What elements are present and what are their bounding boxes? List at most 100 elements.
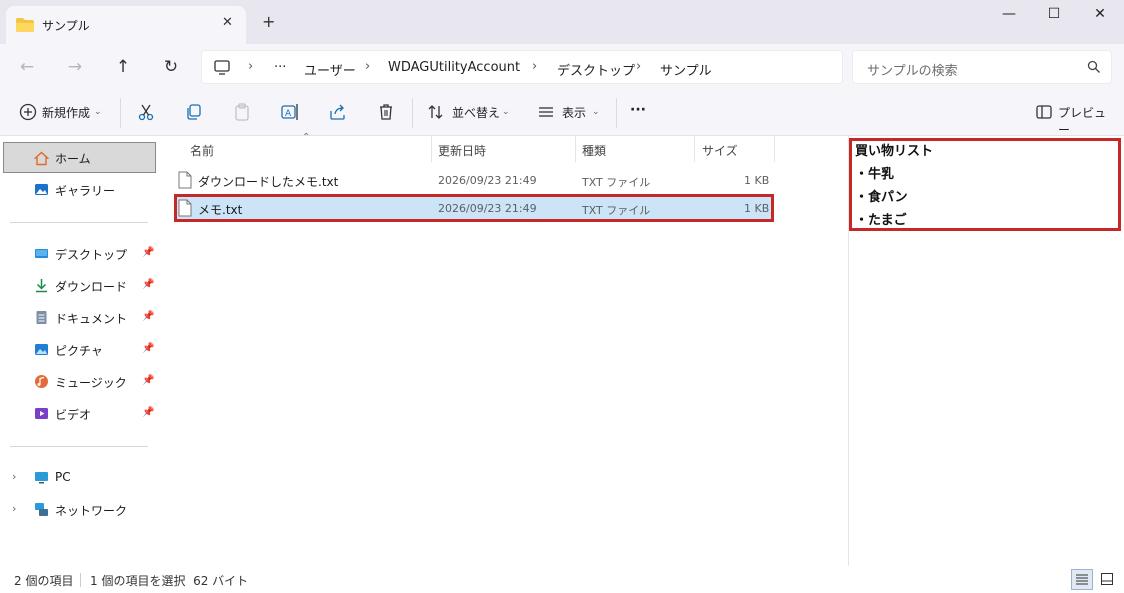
- preview-text-line: 買い物リスト: [855, 144, 934, 159]
- file-modified: 2026/09/23 21:49: [438, 174, 537, 187]
- details-view-button[interactable]: [1071, 569, 1093, 590]
- sidebar-item-label: ギャラリー: [55, 184, 116, 198]
- toolbar-divider: [120, 98, 121, 128]
- column-header-name[interactable]: 名前: [190, 142, 214, 159]
- forward-button[interactable]: →: [61, 53, 89, 81]
- column-header-modified[interactable]: 更新日時: [438, 142, 486, 159]
- tiles-view-icon[interactable]: [1101, 573, 1113, 585]
- breadcrumb-desktop[interactable]: デスクトップ: [557, 60, 635, 79]
- chevron-down-icon: ⌄: [592, 107, 600, 117]
- paste-icon[interactable]: [232, 102, 252, 122]
- view-button[interactable]: 表示 ⌄: [534, 90, 606, 136]
- pin-icon[interactable]: 📌: [142, 375, 154, 386]
- home-icon: [34, 151, 49, 166]
- column-divider[interactable]: [774, 136, 775, 162]
- details-view-icon: [1076, 574, 1088, 585]
- sort-button[interactable]: 並べ替え ⌄: [424, 90, 516, 136]
- breadcrumb-account[interactable]: WDAGUtilityAccount: [388, 60, 520, 75]
- sidebar-item-videos[interactable]: ビデオ 📌: [0, 398, 158, 428]
- more-options-button[interactable]: ···: [630, 102, 646, 118]
- item-count: 2 個の項目: [14, 574, 74, 588]
- sidebar-item-label: デスクトップ: [55, 248, 128, 262]
- sidebar-item-label: ホーム: [55, 152, 91, 166]
- download-icon: [36, 279, 47, 293]
- status-bar: 2 個の項目 1 個の項目を選択 62 バイト: [0, 566, 1124, 593]
- pin-icon[interactable]: 📌: [142, 279, 154, 290]
- sidebar-item-music[interactable]: ミュージック 📌: [0, 366, 158, 396]
- column-divider[interactable]: [694, 136, 695, 162]
- close-window-button[interactable]: ✕: [1077, 6, 1123, 22]
- pin-icon[interactable]: 📌: [142, 343, 154, 354]
- tab-sample[interactable]: サンプル ✕: [6, 6, 246, 44]
- sidebar-item-gallery[interactable]: ギャラリー: [0, 174, 158, 204]
- rename-icon[interactable]: A: [280, 102, 300, 122]
- breadcrumb-users[interactable]: ユーザー: [304, 60, 356, 79]
- title-bar: サンプル ✕ + — ☐ ✕: [0, 0, 1124, 44]
- sidebar-item-label: ビデオ: [55, 408, 92, 422]
- breadcrumb-ellipsis[interactable]: ···: [274, 60, 286, 75]
- sidebar-item-documents[interactable]: ドキュメント 📌: [0, 302, 158, 332]
- sidebar-item-label: ミュージック: [55, 376, 127, 390]
- share-icon[interactable]: [328, 102, 348, 122]
- command-bar: 新規作成 ⌄ A 並べ替え ⌄ 表示 ⌄ ··· プレビュー: [0, 90, 1124, 137]
- minimize-button[interactable]: —: [986, 6, 1032, 22]
- column-divider[interactable]: [431, 136, 432, 162]
- file-size: 1 KB: [744, 174, 770, 187]
- sidebar-item-network[interactable]: › ネットワーク: [0, 494, 158, 524]
- sidebar-item-label: ネットワーク: [55, 504, 128, 518]
- preview-text-line: ・牛乳: [855, 167, 895, 182]
- pc-icon: [35, 472, 48, 484]
- pin-icon[interactable]: 📌: [142, 311, 154, 322]
- sidebar-item-desktop[interactable]: デスクトップ 📌: [0, 238, 158, 268]
- search-input[interactable]: サンプルの検索: [852, 50, 1112, 84]
- view-list-icon: [539, 107, 553, 117]
- chevron-right-icon[interactable]: ›: [12, 470, 16, 483]
- new-button[interactable]: 新規作成 ⌄: [14, 90, 110, 136]
- new-tab-button[interactable]: +: [262, 12, 275, 31]
- column-header-size[interactable]: サイズ: [702, 142, 738, 159]
- pin-icon[interactable]: 📌: [142, 247, 154, 258]
- chevron-right-icon: ›: [365, 59, 371, 74]
- sort-label: 並べ替え: [452, 106, 501, 120]
- tab-close-icon[interactable]: ✕: [222, 15, 233, 30]
- address-row: ← → ↑ ↻ › ··· ユーザー › WDAGUtilityAccount …: [0, 44, 1124, 90]
- chevron-right-icon[interactable]: ›: [12, 502, 16, 515]
- maximize-button[interactable]: ☐: [1031, 6, 1077, 22]
- preview-text-line: ・食パン: [855, 190, 908, 205]
- sidebar-item-label: PC: [55, 470, 71, 484]
- new-button-label: 新規作成: [42, 106, 91, 120]
- column-divider[interactable]: [575, 136, 576, 162]
- search-icon: [1087, 60, 1100, 73]
- refresh-button[interactable]: ↻: [157, 53, 185, 81]
- sidebar-item-label: ピクチャ: [55, 344, 103, 358]
- file-list: ⌃ 名前 更新日時 種類 サイズ ダウンロードしたメモ.txt 2026/09/…: [158, 132, 848, 566]
- table-row[interactable]: ダウンロードしたメモ.txt 2026/09/23 21:49 TXT ファイル…: [176, 168, 772, 192]
- chevron-right-icon: ›: [636, 59, 642, 74]
- breadcrumb-sample[interactable]: サンプル: [660, 60, 712, 79]
- toolbar-divider: [412, 98, 413, 128]
- preview-pane-button[interactable]: プレビュー: [1034, 90, 1114, 137]
- back-button[interactable]: ←: [13, 53, 41, 81]
- videos-icon: [35, 408, 48, 419]
- status-divider: [80, 573, 81, 587]
- toolbar-divider: [616, 98, 617, 128]
- sidebar-item-pc[interactable]: › PC: [0, 462, 158, 492]
- sidebar-item-home[interactable]: ホーム: [3, 142, 156, 173]
- pictures-icon: [35, 344, 48, 355]
- copy-icon[interactable]: [184, 102, 204, 122]
- sidebar-item-downloads[interactable]: ダウンロード 📌: [0, 270, 158, 300]
- file-name: ダウンロードしたメモ.txt: [198, 175, 339, 189]
- cut-icon[interactable]: [136, 102, 156, 122]
- pin-icon[interactable]: 📌: [142, 407, 154, 418]
- up-button[interactable]: ↑: [109, 53, 137, 81]
- column-header-type[interactable]: 種類: [582, 142, 606, 159]
- sidebar-item-label: ダウンロード: [55, 280, 128, 294]
- view-label: 表示: [562, 106, 587, 120]
- preview-pane: 買い物リスト ・牛乳 ・食パン ・たまご: [848, 136, 1124, 566]
- sidebar-item-pictures[interactable]: ピクチャ 📌: [0, 334, 158, 364]
- text-file-icon: [178, 171, 192, 189]
- preview-text-line: ・たまご: [855, 213, 907, 228]
- delete-icon[interactable]: [376, 102, 396, 122]
- gallery-icon: [35, 184, 48, 195]
- address-bar[interactable]: › ··· ユーザー › WDAGUtilityAccount › デスクトップ…: [201, 50, 843, 84]
